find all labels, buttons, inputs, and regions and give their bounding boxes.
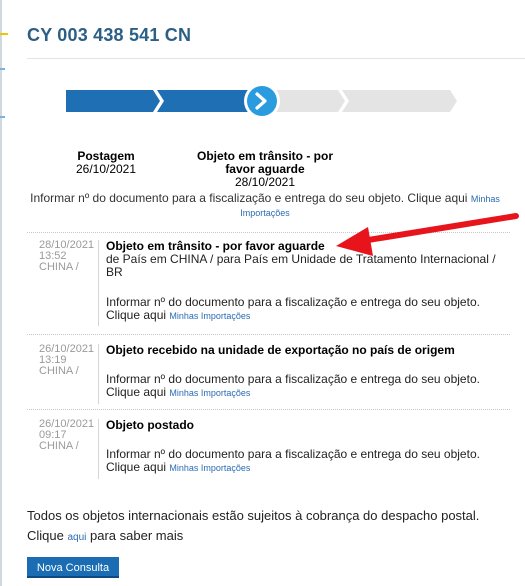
- event-divider: [27, 232, 510, 233]
- event-divider: [27, 334, 510, 335]
- event-datetime: 26/10/2021 13:19 CHINA /: [39, 344, 94, 377]
- event-datetime: 26/10/2021 09:17 CHINA /: [39, 419, 94, 452]
- progress-segment-4: [342, 90, 457, 112]
- event-bar: [98, 240, 99, 326]
- footer-text-end: para saber mais: [90, 528, 184, 543]
- event-title: Objeto recebido na unidade de exportação…: [106, 343, 455, 357]
- progress-step-2: Objeto em trânsito - por favor aguarde 2…: [190, 150, 340, 189]
- event-location: CHINA /: [39, 440, 79, 452]
- step-date: 26/10/2021: [75, 162, 137, 176]
- event-body: Objeto recebido na unidade de exportação…: [106, 344, 511, 400]
- event-item: 28/10/2021 13:52 CHINA / Objeto em trâns…: [27, 240, 510, 332]
- event-body: Objeto em trânsito - por favor aguarde d…: [106, 240, 511, 323]
- event-body: Objeto postado Informar nº do documento …: [106, 419, 511, 475]
- minhas-importacoes-link[interactable]: Minhas Importações: [169, 311, 250, 321]
- event-item: 26/10/2021 13:19 CHINA / Objeto recebido…: [27, 344, 510, 406]
- event-info: Informar nº do documento para a fiscaliz…: [106, 295, 480, 322]
- step-date: 28/10/2021: [234, 175, 296, 189]
- footer-notice: Todos os objetos internacionais estão su…: [27, 506, 507, 548]
- event-divider: [27, 409, 510, 410]
- progress-bar: [66, 83, 457, 119]
- progress-step-1: Postagem 26/10/2021: [56, 150, 156, 176]
- event-location: CHINA /: [39, 365, 79, 377]
- event-datetime: 28/10/2021 13:52 CHINA /: [39, 240, 94, 273]
- event-info: Informar nº do documento para a fiscaliz…: [106, 372, 480, 399]
- event-bar: [98, 344, 99, 404]
- event-info: Informar nº do documento para a fiscaliz…: [106, 447, 480, 474]
- step-title: Objeto em trânsito - por favor aguarde: [196, 149, 333, 176]
- progress-segment-1: [66, 90, 160, 112]
- nova-consulta-button[interactable]: Nova Consulta: [27, 557, 119, 578]
- event-detail: de País em CHINA / para País em Unidade …: [106, 252, 496, 279]
- minhas-importacoes-link[interactable]: Minhas Importações: [169, 388, 250, 398]
- customs-notice: Informar nº do documento para a fiscaliz…: [20, 192, 510, 220]
- notice-text: Informar nº do documento para a fiscaliz…: [30, 191, 468, 205]
- saber-mais-link[interactable]: aqui: [67, 532, 86, 543]
- event-location: CHINA /: [39, 261, 79, 273]
- minhas-importacoes-link[interactable]: Minhas Importações: [169, 463, 250, 473]
- event-title: Objeto postado: [106, 418, 194, 432]
- event-item: 26/10/2021 09:17 CHINA / Objeto postado …: [27, 419, 510, 481]
- event-bar: [98, 419, 99, 479]
